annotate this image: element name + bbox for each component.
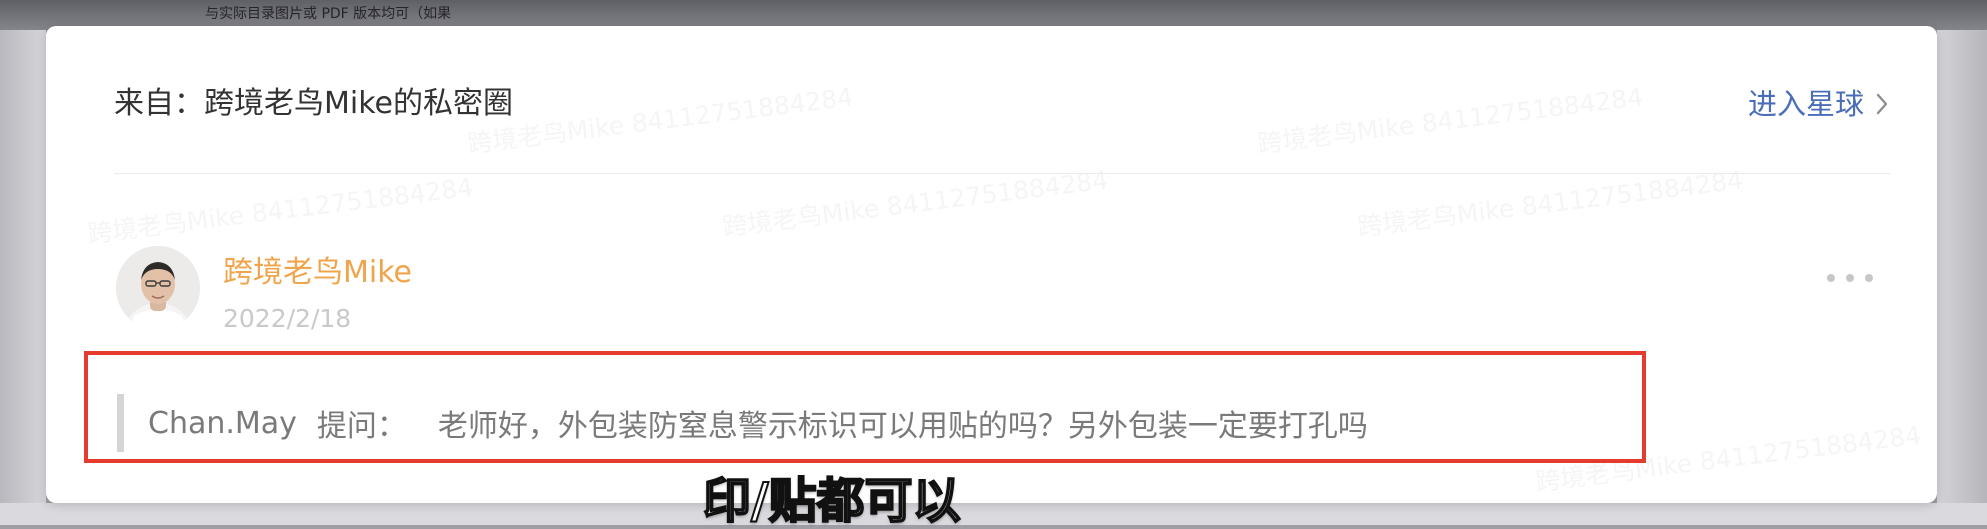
watermark-text: 跨境老鸟Mike 84112751884284 [85,172,475,249]
more-dot-icon [1846,274,1854,282]
post-author-name[interactable]: 跨境老鸟Mike [223,255,412,291]
more-dot-icon [1827,274,1835,282]
more-horizontal-icon[interactable] [1827,266,1873,290]
post-source-header: 来自：跨境老鸟Mike的私密圈 进入星球 [114,78,1890,130]
enter-planet-link[interactable]: 进入星球 [1748,78,1890,130]
post-source-label: 来自：跨境老鸟Mike的私密圈 [114,86,513,121]
more-dot-icon [1865,274,1873,282]
outer-background-left [0,30,46,525]
video-subtitle: 印/贴都可以 [702,473,962,529]
red-highlight-box [84,351,1646,463]
chevron-right-icon [1876,93,1888,115]
header-divider [114,173,1890,174]
enter-planet-label: 进入星球 [1747,87,1864,121]
outer-background-bottom [0,503,1987,525]
author-avatar[interactable] [116,246,200,330]
outer-background-right [1937,30,1987,525]
post-date: 2022/2/18 [223,304,352,333]
background-partial-text: 与实际目录图片或 PDF 版本均可（如果 [205,6,452,22]
avatar-portrait-icon [116,246,200,330]
